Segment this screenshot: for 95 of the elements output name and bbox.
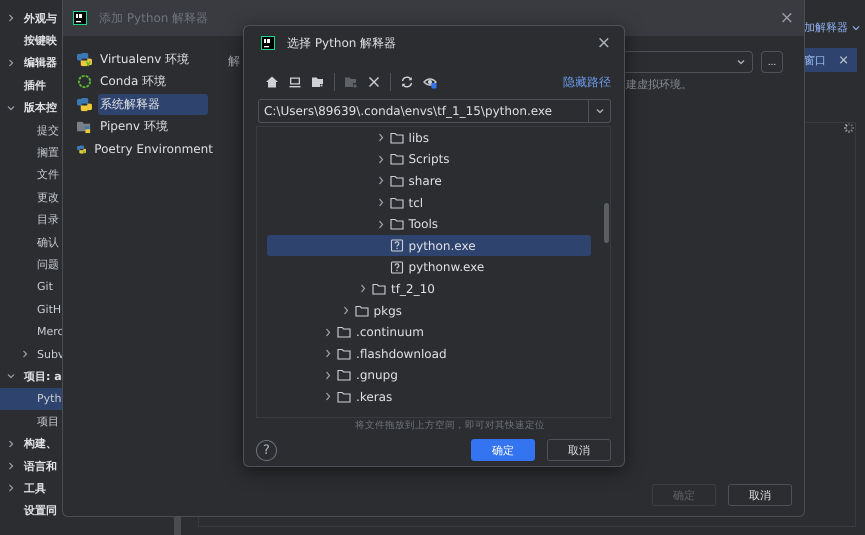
chevron-icon[interactable] bbox=[324, 392, 332, 402]
environment-item[interactable]: Virtualenv 环境 bbox=[71, 48, 221, 70]
add-interpreter-link[interactable]: 加解释器 bbox=[804, 20, 860, 35]
environment-item[interactable]: Poetry Environment bbox=[71, 138, 221, 160]
tree-item[interactable]: python.exe bbox=[266, 235, 590, 256]
field-label: 解 bbox=[228, 53, 240, 70]
chevron-icon[interactable] bbox=[376, 176, 384, 186]
chevron-icon bbox=[736, 57, 746, 67]
sidebar-item[interactable]: 设置同 bbox=[0, 500, 62, 522]
close-icon[interactable] bbox=[367, 75, 381, 89]
hint-text: 建虚拟环境。 bbox=[626, 77, 692, 92]
tree-item[interactable]: tcl bbox=[376, 192, 424, 214]
sidebar-item[interactable]: 插件 bbox=[0, 74, 62, 97]
close-button[interactable]: × bbox=[596, 33, 611, 53]
browse-button[interactable]: ... bbox=[761, 51, 783, 73]
ok-button[interactable]: 确定 bbox=[471, 439, 535, 461]
close-button[interactable]: × bbox=[838, 52, 849, 68]
chevron-icon[interactable] bbox=[376, 198, 384, 208]
sidebar-item[interactable]: 目录 bbox=[0, 208, 62, 231]
scrollbar-thumb[interactable] bbox=[604, 203, 609, 243]
folder-icon bbox=[390, 174, 404, 187]
sidebar-item[interactable]: 项目: a bbox=[0, 365, 62, 388]
chevron-icon[interactable] bbox=[324, 328, 332, 337]
folder-icon bbox=[390, 196, 404, 209]
chevron-icon[interactable] bbox=[324, 349, 332, 358]
sidebar-item[interactable]: 项目 bbox=[0, 410, 62, 432]
refresh-icon[interactable] bbox=[400, 75, 414, 89]
sidebar-item[interactable]: 按键映 bbox=[0, 29, 62, 52]
sidebar-item[interactable]: 外观与 bbox=[0, 7, 62, 30]
folder-icon bbox=[337, 348, 351, 360]
folder-icon bbox=[354, 304, 368, 317]
app-logo-icon bbox=[261, 36, 275, 50]
spinner-icon bbox=[843, 122, 855, 134]
sidebar-item[interactable]: Git bbox=[0, 276, 62, 298]
hint-text: 将文件拖放到上方空间，即可对其快速定位 bbox=[354, 419, 546, 432]
folder-icon bbox=[390, 132, 404, 144]
close-button[interactable]: × bbox=[780, 8, 794, 28]
tree-item[interactable]: .flashdownload bbox=[324, 343, 447, 364]
python-icon bbox=[77, 96, 92, 112]
sidebar-item[interactable]: Pyth bbox=[0, 388, 62, 410]
sidebar-item[interactable]: GitH bbox=[0, 298, 62, 320]
cancel-button[interactable]: 取消 bbox=[547, 439, 611, 461]
folder-icon bbox=[390, 218, 404, 230]
tree-item[interactable]: pkgs bbox=[342, 300, 402, 322]
tree-item[interactable]: share bbox=[376, 170, 442, 192]
chevron-icon[interactable] bbox=[342, 306, 350, 316]
sidebar-item[interactable]: 提交 bbox=[0, 118, 62, 142]
folder-icon[interactable] bbox=[311, 75, 325, 89]
folder-python-icon bbox=[77, 119, 92, 134]
environment-item[interactable]: Conda 环境 bbox=[71, 70, 221, 93]
unknown-file-icon bbox=[390, 239, 404, 252]
sidebar-item[interactable]: 确认 bbox=[0, 230, 62, 254]
caret-icon bbox=[852, 24, 860, 32]
sidebar-item[interactable]: 更改 bbox=[0, 186, 62, 209]
folder-icon bbox=[337, 326, 351, 338]
tree-item[interactable]: libs bbox=[376, 127, 430, 148]
python-icon bbox=[77, 52, 92, 67]
sidebar-item[interactable]: 工具 bbox=[0, 477, 62, 500]
tree-item[interactable]: Scripts bbox=[376, 148, 450, 170]
tree-item[interactable]: pythonw.exe bbox=[376, 256, 484, 278]
sidebar-item[interactable]: 搁置 bbox=[0, 141, 62, 164]
path-field[interactable]: C:\Users\89639\.conda\envs\tf_1_15\python.exe bbox=[258, 99, 611, 123]
chevron-icon[interactable] bbox=[376, 220, 384, 229]
chevron-icon[interactable] bbox=[376, 154, 384, 164]
tree-item[interactable]: tf_2_10 bbox=[359, 278, 435, 300]
home-icon[interactable] bbox=[265, 75, 279, 89]
folder-icon bbox=[372, 282, 386, 295]
sidebar-item[interactable]: Merc bbox=[0, 320, 62, 343]
ring-icon bbox=[77, 74, 92, 90]
sidebar-item[interactable]: 文件 bbox=[0, 164, 62, 186]
sidebar-item[interactable]: 问题 bbox=[0, 253, 62, 276]
tree-item[interactable]: .gnupg bbox=[324, 364, 398, 386]
window-title: 添加 Python 解释器 bbox=[99, 10, 208, 26]
sidebar-item[interactable]: 语言和 bbox=[0, 454, 62, 478]
help-button[interactable]: ? bbox=[256, 440, 277, 460]
tree-item[interactable]: Tools bbox=[376, 214, 438, 235]
sidebar-item[interactable]: 编辑器 bbox=[0, 52, 62, 74]
sidebar-item[interactable]: 版本控 bbox=[0, 96, 62, 119]
chevron-icon[interactable] bbox=[324, 370, 332, 380]
tree-item[interactable]: .keras bbox=[324, 386, 392, 408]
chevron-icon[interactable] bbox=[376, 133, 384, 142]
folder-icon bbox=[337, 390, 351, 403]
monitor-icon[interactable] bbox=[288, 75, 302, 89]
chevron-icon bbox=[594, 106, 604, 116]
folder-icon bbox=[337, 369, 351, 382]
chevron-icon[interactable] bbox=[359, 284, 367, 294]
app-logo-icon bbox=[73, 11, 87, 25]
folder-icon bbox=[390, 153, 404, 166]
sidebar-item[interactable]: 构建、 bbox=[0, 432, 62, 455]
dialog-button[interactable]: 取消 bbox=[728, 484, 792, 506]
environment-item[interactable]: Pipenv 环境 bbox=[71, 116, 221, 138]
tree-item[interactable]: .continuum bbox=[324, 322, 424, 343]
hide-path-link[interactable]: 隐藏路径 bbox=[563, 74, 611, 90]
window-title: 选择 Python 解释器 bbox=[287, 34, 396, 52]
unknown-file-icon bbox=[390, 260, 404, 274]
